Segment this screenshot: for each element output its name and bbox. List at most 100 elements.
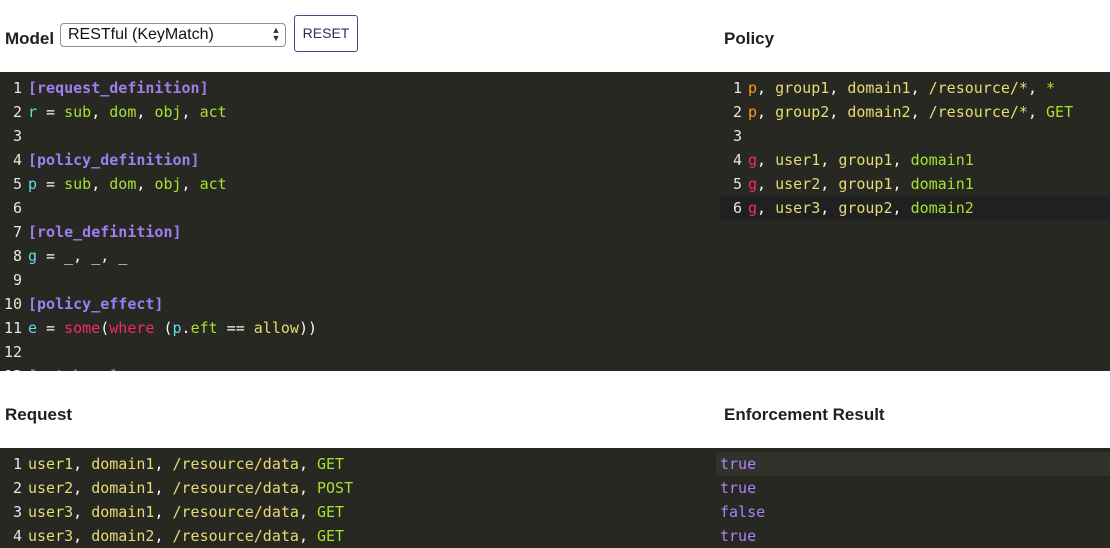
code-token: ,: [892, 199, 911, 217]
code-token: p: [172, 319, 182, 337]
code-token: act: [199, 103, 227, 121]
code-token: ,: [820, 151, 839, 169]
code-token: act: [199, 175, 227, 193]
code-token: ,: [1027, 79, 1047, 97]
code-token: p: [28, 175, 38, 193]
line-number: 4: [12, 527, 22, 545]
code-line[interactable]: 3: [0, 124, 720, 148]
code-token: group1: [775, 79, 830, 97]
code-token: /resource/data: [172, 479, 299, 497]
result-panel: true true false true: [716, 448, 1110, 548]
code-token: group1: [838, 151, 893, 169]
code-token: =: [37, 319, 65, 337]
code-token: p: [748, 79, 758, 97]
code-token: POST: [317, 479, 354, 497]
line-number: 3: [12, 503, 22, 521]
code-token: user1: [28, 455, 74, 473]
model-select-value: RESTful (KeyMatch): [68, 26, 214, 43]
code-line[interactable]: 6: [0, 196, 720, 220]
model-editor[interactable]: 1 [request_definition] 2 r = sub, dom, obj,…: [0, 72, 720, 371]
code-token: domain2: [910, 199, 974, 217]
code-line[interactable]: 5p = sub, dom, obj, act: [0, 172, 720, 196]
result-line: true: [720, 527, 757, 545]
code-line[interactable]: 4 g, user1, group1, domain1: [720, 148, 1110, 172]
code-token: ,: [757, 175, 776, 193]
line-number: 2: [12, 103, 22, 121]
code-token: [policy_definition]: [28, 151, 200, 169]
policy-label: Policy: [724, 29, 775, 48]
code-line[interactable]: 11 e = some(where (p.eft == allow)): [0, 316, 720, 340]
code-token: (: [100, 319, 110, 337]
select-arrows-icon: ▲ ▼: [271, 25, 281, 43]
code-line[interactable]: 4 user3, domain2, /resource/data, GET: [0, 524, 720, 548]
code-token: ,: [154, 455, 173, 473]
code-line[interactable]: 10 [policy_effect]: [0, 292, 720, 316]
code-token: ,: [91, 103, 110, 121]
code-token: dom: [109, 175, 137, 193]
code-token: user3: [28, 503, 74, 521]
code-token: eft: [190, 319, 218, 337]
policy-editor[interactable]: 1 p, group1, domain1, /resource/*, * 2 p, g…: [720, 72, 1110, 371]
code-token: ==: [217, 319, 254, 337]
code-token: domain1: [847, 79, 911, 97]
code-token: ,: [829, 79, 848, 97]
code-line[interactable]: 8g = _, _, _: [0, 244, 720, 268]
code-token: ,: [298, 503, 317, 521]
code-token: g: [748, 175, 758, 193]
code-token: group1: [838, 175, 893, 193]
model-select[interactable]: RESTful (KeyMatch) ▲ ▼: [60, 23, 286, 47]
code-token: user1: [775, 151, 821, 169]
code-token: domain1: [910, 175, 974, 193]
code-token: where: [109, 319, 155, 337]
code-token: domain2: [91, 527, 155, 545]
code-token: obj: [154, 175, 182, 193]
code-line[interactable]: 1 user1, domain1, /resource/data, GET: [0, 452, 720, 476]
code-line[interactable]: 6 g, user3, group2, domain2: [720, 196, 1110, 220]
code-token: group2: [775, 103, 830, 121]
code-token: ,: [910, 103, 929, 121]
code-token: ,: [757, 79, 776, 97]
code-token: /resource/data: [172, 503, 299, 521]
code-token: ,: [136, 175, 155, 193]
enforcement-result-label: Enforcement Result: [724, 405, 885, 424]
code-line[interactable]: 7 [role_definition]: [0, 220, 720, 244]
code-token: g: [748, 199, 758, 217]
line-number: 12: [3, 343, 22, 361]
code-token: domain2: [847, 103, 911, 121]
code-token: domain1: [91, 479, 155, 497]
code-line[interactable]: 9: [0, 268, 720, 292]
code-line[interactable]: 2r = sub, dom, obj, act: [0, 100, 720, 124]
code-token: /resource/*: [928, 79, 1028, 97]
line-number: 1: [12, 79, 22, 97]
code-line[interactable]: 1 [request_definition]: [0, 76, 720, 100]
code-line[interactable]: 12: [0, 340, 720, 364]
code-line[interactable]: 2 user2, domain1, /resource/data, POST: [0, 476, 720, 500]
line-number: 5: [732, 175, 742, 193]
line-number: 3: [12, 127, 22, 145]
code-token: ,: [298, 479, 317, 497]
code-line[interactable]: 13 [matchers]: [0, 364, 720, 371]
result-line: false: [720, 503, 766, 521]
request-label: Request: [5, 405, 73, 424]
code-token: ,: [154, 479, 173, 497]
code-line[interactable]: 4 [policy_definition]: [0, 148, 720, 172]
code-token: =: [37, 103, 65, 121]
code-token: ,: [154, 527, 173, 545]
code-line[interactable]: 1 p, group1, domain1, /resource/*, *: [720, 76, 1110, 100]
code-line[interactable]: 5 g, user2, group1, domain1: [720, 172, 1110, 196]
line-number: 6: [12, 199, 22, 217]
code-token: ,: [1027, 103, 1047, 121]
result-line: true: [716, 452, 1110, 476]
code-line[interactable]: 3: [720, 124, 1110, 148]
request-editor[interactable]: 1 user1, domain1, /resource/data, GET 2 use…: [0, 448, 720, 548]
code-token: ,: [154, 503, 173, 521]
code-token: [policy_effect]: [28, 295, 164, 313]
code-token: GET: [317, 455, 345, 473]
reset-button[interactable]: RESET: [294, 15, 358, 52]
line-number: 4: [732, 151, 742, 169]
code-token: ,: [181, 103, 200, 121]
code-line[interactable]: 2 p, group2, domain2, /resource/*, GET: [720, 100, 1110, 124]
code-token: some: [64, 319, 101, 337]
line-number: 6: [732, 199, 742, 217]
code-line[interactable]: 3 user3, domain1, /resource/data, GET: [0, 500, 720, 524]
